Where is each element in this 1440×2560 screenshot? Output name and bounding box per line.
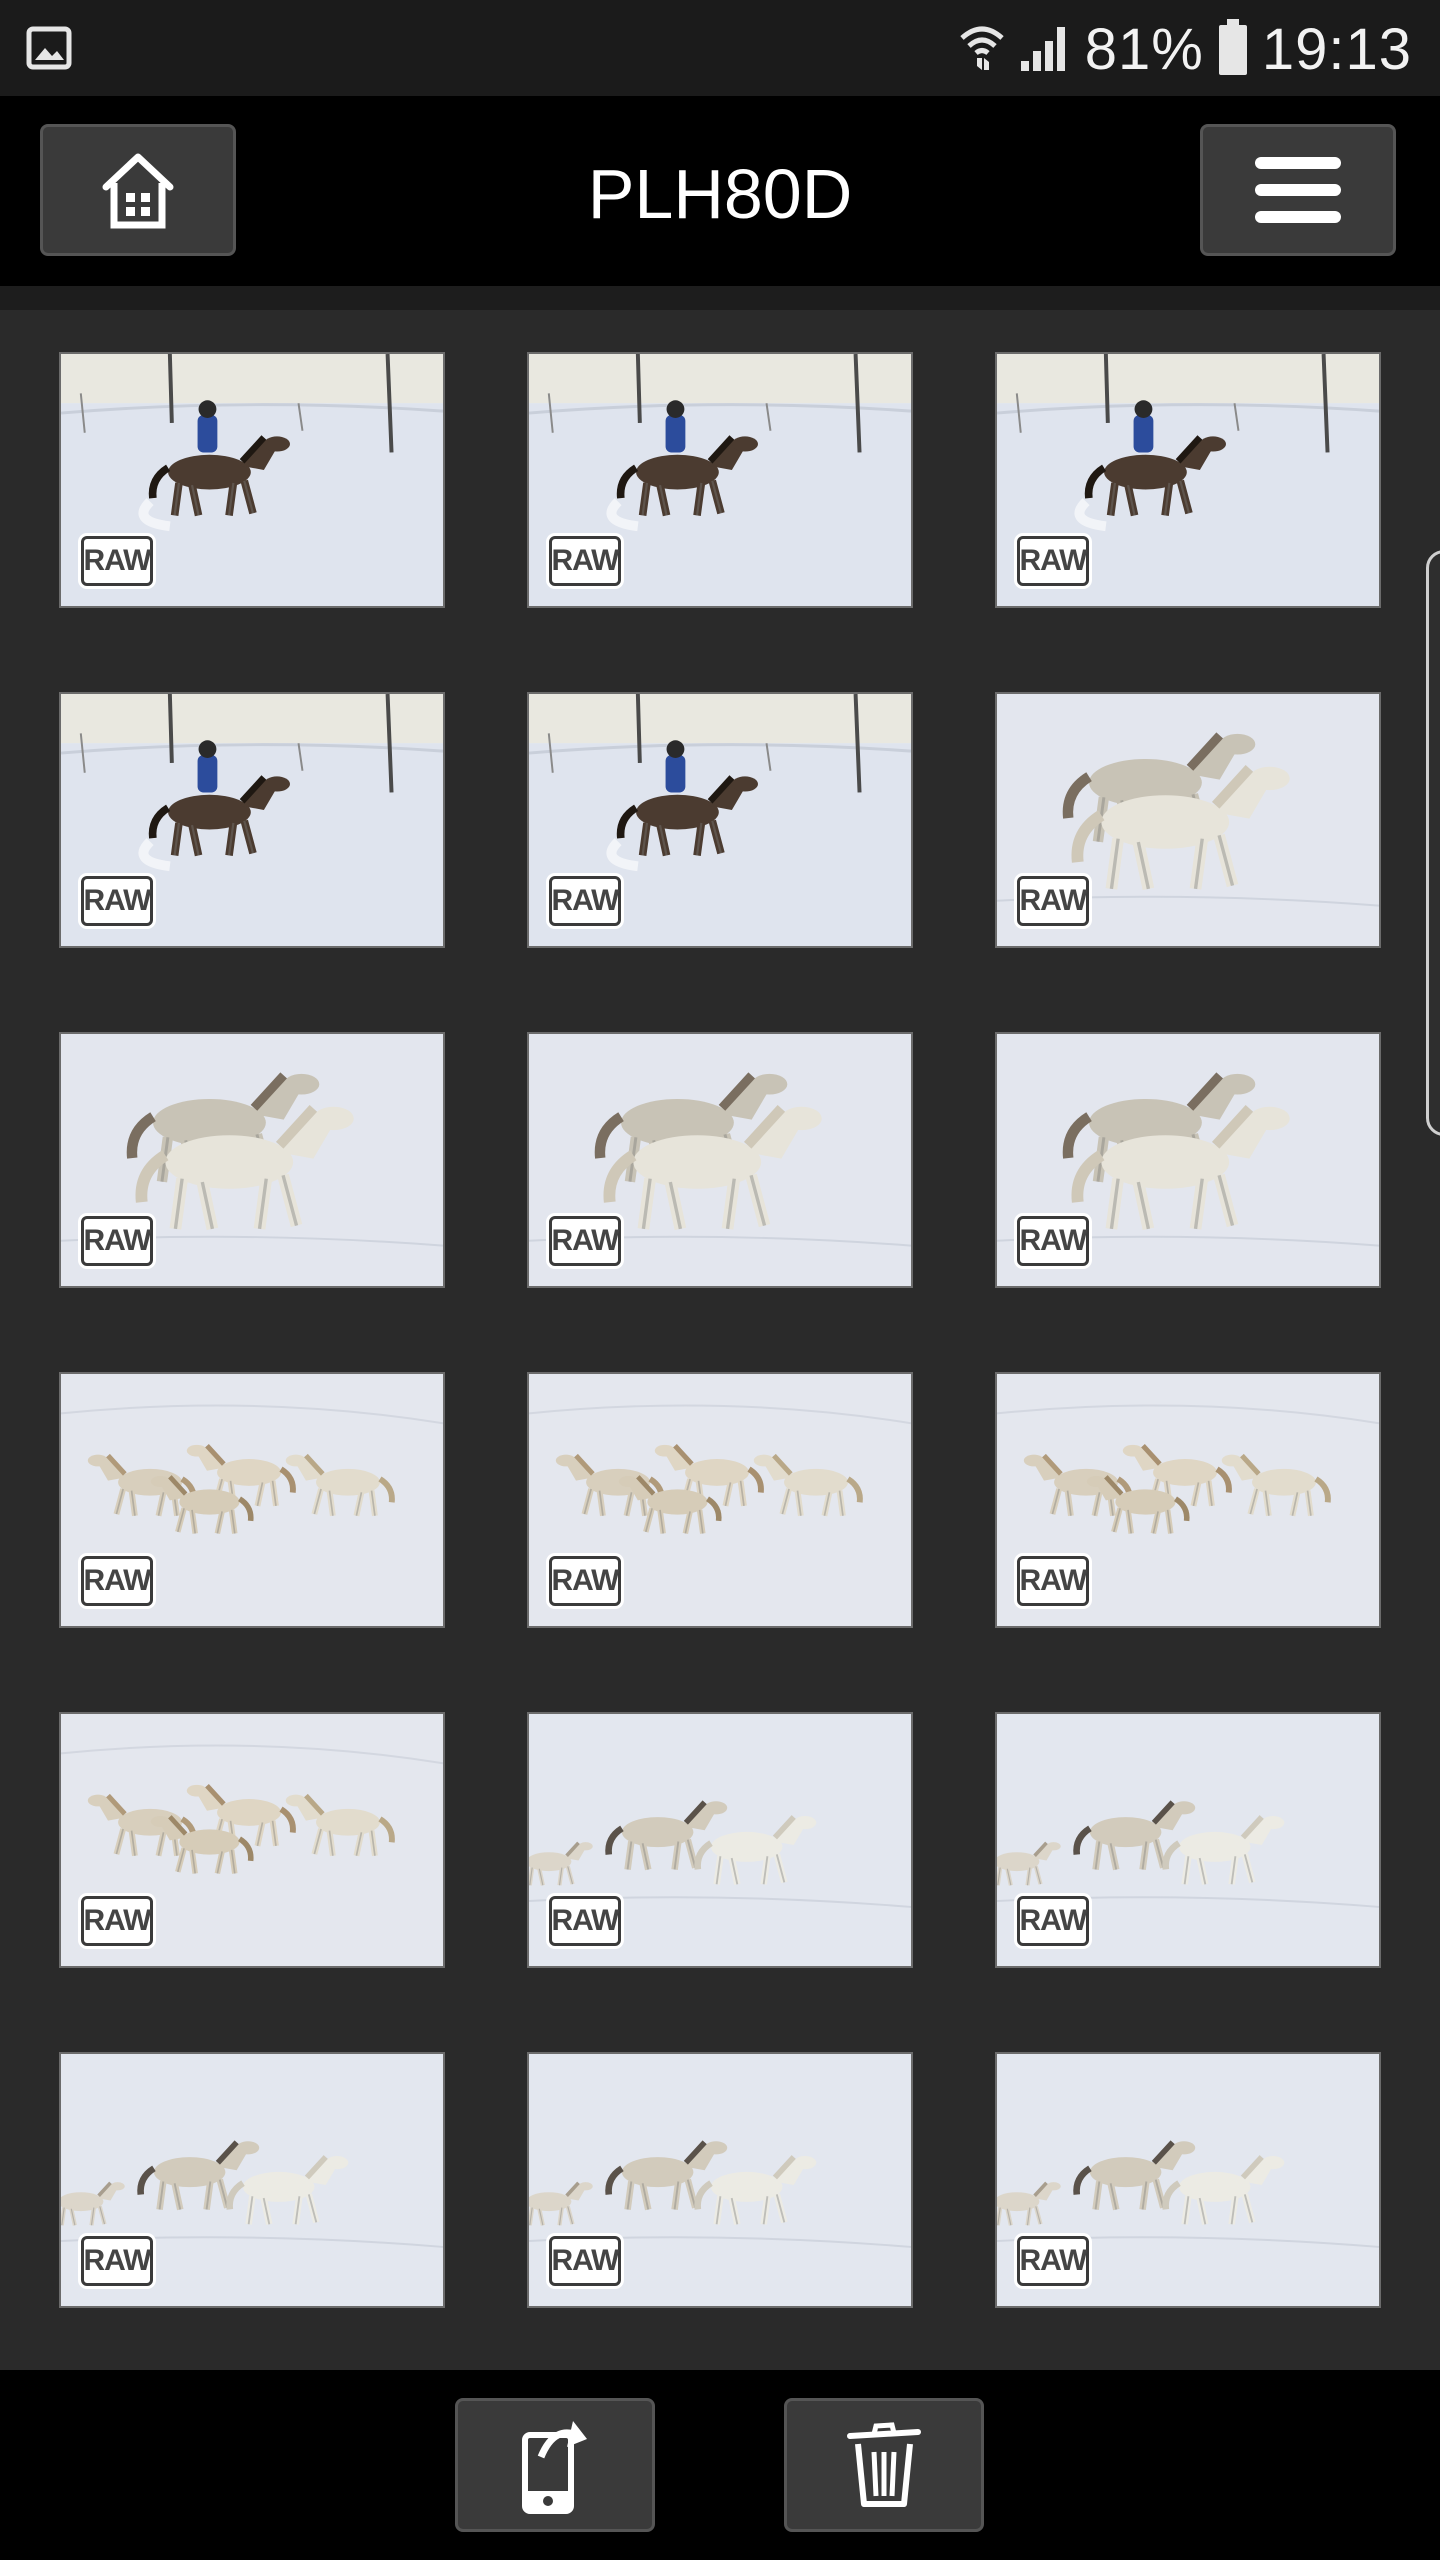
photo-thumbnail[interactable]: RAW	[59, 1712, 445, 1968]
battery-percentage: 81%	[1084, 16, 1204, 82]
photo-thumbnail[interactable]: RAW	[995, 1032, 1381, 1288]
thumbnail-grid: RAW RAW RAW RAW RAW RAW RAW RAW RAW RAW …	[0, 310, 1440, 2370]
scrollbar-handle[interactable]	[1426, 550, 1440, 1136]
wifi-icon	[959, 22, 1005, 76]
photo-thumbnail[interactable]: RAW	[527, 2052, 913, 2308]
delete-button[interactable]	[784, 2398, 984, 2532]
transfer-to-phone-button[interactable]	[455, 2398, 655, 2532]
raw-badge: RAW	[549, 2236, 621, 2286]
phone-transfer-icon	[522, 2421, 587, 2514]
header-divider	[0, 286, 1440, 310]
raw-badge: RAW	[549, 536, 621, 586]
trash-icon	[847, 2422, 921, 2507]
bottom-toolbar	[0, 2370, 1440, 2560]
photo-thumbnail[interactable]: RAW	[527, 692, 913, 948]
photo-thumbnail[interactable]: RAW	[995, 1712, 1381, 1968]
hamburger-menu-icon	[1255, 157, 1341, 223]
raw-badge: RAW	[1017, 2236, 1089, 2286]
raw-badge: RAW	[1017, 1556, 1089, 1606]
raw-badge: RAW	[81, 1216, 153, 1266]
photo-thumbnail[interactable]: RAW	[527, 1032, 913, 1288]
raw-badge: RAW	[81, 2236, 153, 2286]
photo-thumbnail[interactable]: RAW	[995, 2052, 1381, 2308]
battery-icon	[1218, 19, 1248, 79]
raw-badge: RAW	[549, 1216, 621, 1266]
photo-thumbnail[interactable]: RAW	[59, 352, 445, 608]
raw-badge: RAW	[81, 1896, 153, 1946]
photo-thumbnail[interactable]: RAW	[995, 692, 1381, 948]
raw-badge: RAW	[81, 536, 153, 586]
raw-badge: RAW	[1017, 1896, 1089, 1946]
menu-button[interactable]	[1200, 124, 1396, 256]
app-header: PLH80D	[0, 96, 1440, 286]
status-bar: 81% 19:13	[0, 0, 1440, 96]
photo-thumbnail[interactable]: RAW	[59, 2052, 445, 2308]
photo-thumbnail[interactable]: RAW	[59, 1032, 445, 1288]
raw-badge: RAW	[1017, 536, 1089, 586]
photo-thumbnail[interactable]: RAW	[527, 1372, 913, 1628]
raw-badge: RAW	[1017, 1216, 1089, 1266]
photo-thumbnail[interactable]: RAW	[995, 352, 1381, 608]
raw-badge: RAW	[81, 876, 153, 926]
raw-badge: RAW	[549, 1556, 621, 1606]
raw-badge: RAW	[549, 876, 621, 926]
photo-thumbnail[interactable]: RAW	[527, 1712, 913, 1968]
raw-badge: RAW	[81, 1556, 153, 1606]
photo-thumbnail[interactable]: RAW	[527, 352, 913, 608]
raw-badge: RAW	[1017, 876, 1089, 926]
photo-thumbnail[interactable]: RAW	[995, 1372, 1381, 1628]
signal-icon	[1019, 23, 1071, 75]
photo-thumbnail[interactable]: RAW	[59, 692, 445, 948]
raw-badge: RAW	[549, 1896, 621, 1946]
photo-thumbnail[interactable]: RAW	[59, 1372, 445, 1628]
clock: 19:13	[1261, 16, 1412, 82]
gallery-notification-icon	[26, 26, 72, 74]
